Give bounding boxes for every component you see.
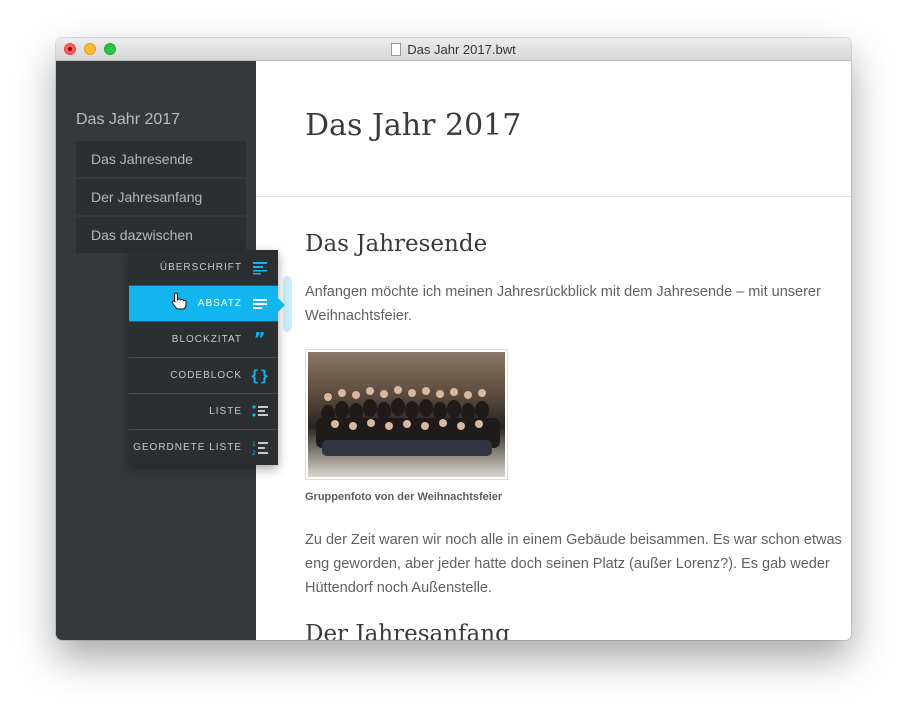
document-icon (391, 42, 402, 56)
quote-icon: ” (253, 328, 267, 350)
section-heading-jahresende[interactable]: Das Jahresende (305, 231, 487, 257)
sidebar-item-der-jahresanfang[interactable]: Der Jahresanfang (76, 179, 246, 215)
menu-item-label: LISTE (209, 406, 242, 417)
hand-pointer-cursor-icon (171, 292, 187, 315)
menu-item-label: ABSATZ (197, 298, 242, 309)
editor-content[interactable]: Das Jahr 2017 Das Jahresende Anfangen mö… (256, 61, 851, 640)
menu-item-blockzitat[interactable]: BLOCKZITAT ” (129, 322, 278, 358)
window-title-wrap: Das Jahr 2017.bwt (391, 41, 516, 57)
menu-item-absatz[interactable]: ABSATZ (129, 286, 278, 322)
group-photo-image (308, 352, 505, 477)
numbered-list-icon: 12 (252, 440, 268, 456)
sidebar-title[interactable]: Das Jahr 2017 (76, 111, 180, 129)
paragraph-body[interactable]: Zu der Zeit waren wir noch alle in einem… (305, 528, 850, 600)
menu-item-ueberschrift[interactable]: ÜBERSCHRIFT (129, 250, 278, 286)
paragraph-intro[interactable]: Anfangen möchte ich meinen Jahresrückbli… (305, 280, 850, 328)
menu-pointer-caret (278, 298, 285, 312)
window-controls (64, 43, 116, 55)
minimize-window-button[interactable] (84, 43, 96, 55)
svg-text:1: 1 (252, 441, 257, 448)
paragraph-lines-icon (252, 296, 268, 312)
sidebar-item-das-jahresende[interactable]: Das Jahresende (76, 141, 246, 177)
menu-item-codeblock[interactable]: CODEBLOCK {} (129, 358, 278, 394)
photo-caption[interactable]: Gruppenfoto von der Weihnachtsfeier (305, 491, 502, 503)
heading-lines-icon (252, 260, 268, 276)
title-divider (256, 196, 851, 197)
menu-item-label: CODEBLOCK (170, 370, 242, 381)
menu-item-label: GEORDNETE LISTE (133, 442, 242, 453)
svg-text:2: 2 (252, 450, 257, 456)
braces-icon: {} (249, 366, 271, 385)
title-bar[interactable]: Das Jahr 2017.bwt (56, 38, 851, 61)
block-type-menu: ÜBERSCHRIFT ABSATZ BLOCKZITAT ” CODEBLOC… (129, 250, 278, 465)
menu-item-geordnete-liste[interactable]: GEORDNETE LISTE 12 (129, 430, 278, 465)
menu-item-liste[interactable]: LISTE (129, 394, 278, 430)
group-photo[interactable] (305, 349, 508, 480)
window-title: Das Jahr 2017.bwt (407, 41, 516, 57)
sidebar-item-das-dazwischen[interactable]: Das dazwischen (76, 217, 246, 253)
bullet-list-icon (252, 404, 268, 420)
document-title[interactable]: Das Jahr 2017 (305, 108, 521, 143)
menu-item-label: BLOCKZITAT (171, 334, 242, 345)
sidebar-list: Das Jahresende Der Jahresanfang Das dazw… (76, 141, 246, 255)
section-heading-jahresanfang[interactable]: Der Jahresanfang (305, 621, 510, 640)
close-window-button[interactable] (64, 43, 76, 55)
zoom-window-button[interactable] (104, 43, 116, 55)
menu-item-label: ÜBERSCHRIFT (159, 262, 242, 273)
